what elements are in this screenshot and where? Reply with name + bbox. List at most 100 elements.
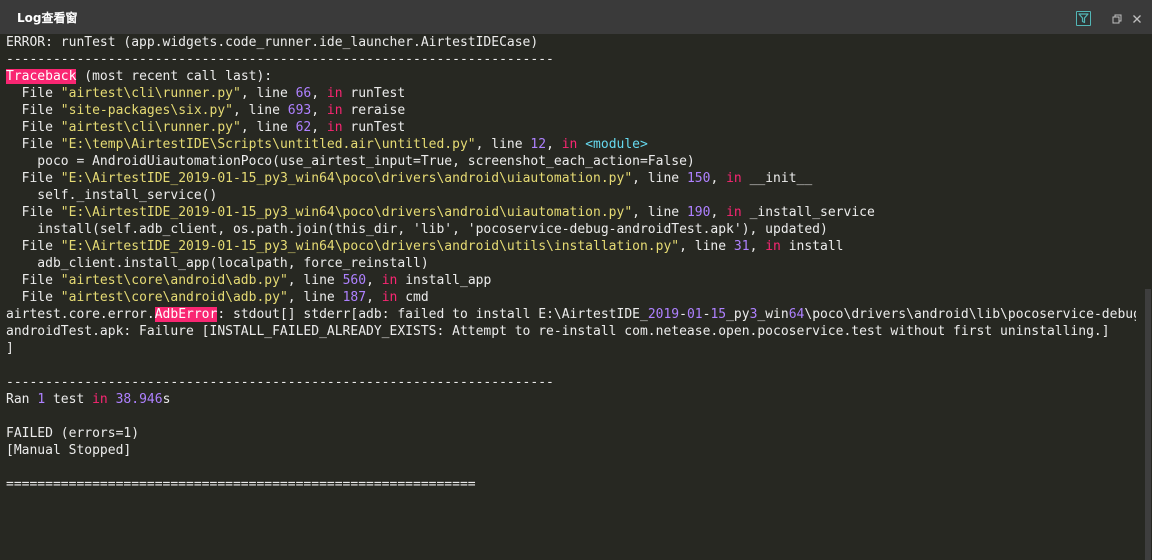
log-line: androidTest.apk: Failure [INSTALL_FAILED… (6, 323, 1136, 340)
log-segment: : stdout[] stderr[adb: failed to install… (217, 307, 648, 322)
log-segment: in (326, 86, 343, 101)
log-segment: 2019 (647, 307, 680, 322)
log-line: File "airtest\cli\runner.py", line 62, i… (6, 119, 1136, 136)
log-segment: adb_client.install_app(localpath, force_… (6, 256, 429, 271)
log-line: install(self.adb_client, os.path.join(th… (6, 221, 1136, 238)
log-segment: in (726, 171, 742, 186)
log-segment: , line (287, 273, 343, 288)
log-line: File "airtest\cli\runner.py", line 66, i… (6, 85, 1136, 102)
log-segment: , line (240, 120, 296, 135)
log-line: ========================================… (6, 476, 1136, 493)
close-icon[interactable] (1130, 11, 1144, 25)
log-segment: self._install_service() (6, 188, 218, 203)
log-line: poco = AndroidUiautomationPoco(use_airte… (6, 153, 1136, 170)
log-segment: in (381, 273, 398, 288)
log-line: [Manual Stopped] (6, 442, 1136, 459)
log-line: ERROR: runTest (app.widgets.code_runner.… (6, 34, 1136, 51)
log-segment: in (561, 137, 578, 152)
log-segment: 560 (342, 273, 367, 288)
log-segment: - (679, 307, 687, 322)
log-segment: in (726, 205, 742, 220)
log-segment: 38.946 (115, 392, 163, 407)
log-segment: "airtest\cli\runner.py" (60, 86, 241, 101)
log-line: File "airtest\core\android\adb.py", line… (6, 272, 1136, 289)
log-segment: in (765, 239, 781, 254)
log-segment: install(self.adb_client, os.path.join(th… (6, 222, 828, 237)
log-segment: File (6, 239, 61, 254)
log-line: airtest.core.error.AdbError: stdout[] st… (6, 306, 1136, 323)
log-segment: , (749, 239, 766, 254)
log-segment: install_app (397, 273, 492, 288)
log-segment: , line (632, 205, 687, 220)
log-segment: , (366, 273, 382, 288)
log-segment: 693 (287, 103, 312, 118)
log-segment: "airtest\cli\runner.py" (60, 120, 241, 135)
log-segment: 01 (686, 307, 703, 322)
log-line: File "E:\temp\AirtestIDE\Scripts\untitle… (6, 136, 1136, 153)
log-segment: test (45, 392, 93, 407)
log-segment: 150 (686, 171, 711, 186)
log-line: ----------------------------------------… (6, 374, 1136, 391)
scrollbar-thumb[interactable] (1145, 289, 1151, 560)
log-segment: File (6, 171, 61, 186)
log-segment: "E:\AirtestIDE_2019-01-15_py3_win64\poco… (60, 171, 633, 186)
log-segment: __init__ (741, 171, 813, 186)
log-segment: 1 (37, 392, 46, 407)
log-segment: airtest.core.error. (6, 307, 155, 322)
log-segment: , (311, 120, 327, 135)
log-segment: poco = AndroidUiautomationPoco(use_airte… (6, 154, 695, 169)
log-segment: Ran (6, 392, 38, 407)
log-segment: in (92, 392, 108, 407)
log-segment: runTest (342, 120, 406, 135)
log-segment: , (311, 86, 327, 101)
log-segment: <module> (585, 137, 648, 152)
log-segment: , line (679, 239, 734, 254)
log-segment: "E:\AirtestIDE_2019-01-15_py3_win64\poco… (60, 205, 633, 220)
log-segment: 31 (733, 239, 750, 254)
log-segment: [Manual Stopped] (6, 443, 132, 458)
vertical-scrollbar[interactable] (1144, 34, 1152, 560)
log-line: Ran 1 test in 38.946s (6, 391, 1136, 408)
log-segment: "airtest\core\android\adb.py" (60, 290, 288, 305)
log-segment: install (780, 239, 844, 254)
log-segment: \poco\drivers\android\lib\pocoservice-de… (804, 307, 1136, 322)
log-segment: File (6, 120, 61, 135)
log-segment: in (326, 120, 343, 135)
log-segment: (most recent call last): (76, 69, 273, 84)
log-segment: , line (475, 137, 531, 152)
log-segment: File (6, 103, 61, 118)
log-segment: , (710, 171, 727, 186)
log-segment: , line (287, 290, 343, 305)
log-segment: ========================================… (6, 477, 476, 492)
log-segment: ----------------------------------------… (6, 52, 554, 67)
log-line: ] (6, 340, 1136, 357)
log-segment: androidTest.apk: Failure [INSTALL_FAILED… (6, 324, 1110, 339)
log-segment: ----------------------------------------… (6, 375, 554, 390)
log-segment: , (311, 103, 327, 118)
log-line: File "E:\AirtestIDE_2019-01-15_py3_win64… (6, 238, 1136, 255)
log-segment: 64 (788, 307, 805, 322)
filter-icon[interactable] (1076, 11, 1091, 26)
log-segment: in (381, 290, 398, 305)
log-line: File "airtest\core\android\adb.py", line… (6, 289, 1136, 306)
restore-icon[interactable] (1110, 11, 1124, 25)
log-segment: , (710, 205, 727, 220)
log-segment: 12 (530, 137, 547, 152)
log-segment: in (326, 103, 343, 118)
log-segment: "E:\temp\AirtestIDE\Scripts\untitled.air… (60, 137, 476, 152)
window-titlebar: Log查看窗 (0, 0, 1152, 34)
log-output[interactable]: ERROR: runTest (app.widgets.code_runner.… (6, 34, 1136, 526)
log-segment: 187 (342, 290, 367, 305)
log-segment: 15 (710, 307, 727, 322)
log-line: self._install_service() (6, 187, 1136, 204)
log-segment: , (366, 290, 382, 305)
log-segment: 62 (295, 120, 312, 135)
log-line: FAILED (errors=1) (6, 425, 1136, 442)
log-segment: reraise (342, 103, 406, 118)
log-segment: File (6, 205, 61, 220)
log-segment: "airtest\core\android\adb.py" (60, 273, 288, 288)
log-line: adb_client.install_app(localpath, force_… (6, 255, 1136, 272)
